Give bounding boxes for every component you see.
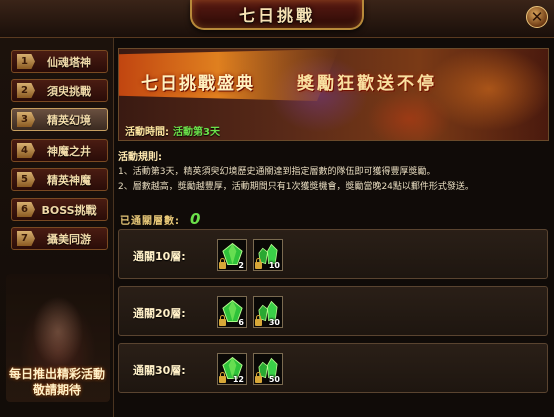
- sidebar-item-1[interactable]: 1 仙魂塔神: [11, 50, 108, 73]
- nav-number-badge: 5: [17, 172, 35, 187]
- lock-icon: [255, 258, 262, 269]
- reward-quantity: 12: [232, 375, 244, 384]
- event-time: 活動時間: 活動第3天: [125, 123, 220, 138]
- sidebar-item-4[interactable]: 4 神魔之井: [11, 139, 108, 162]
- reward-quantity: 30: [268, 318, 280, 327]
- event-time-value: 活動第3天: [173, 127, 220, 138]
- floors-passed: 已通關層數: 0: [120, 210, 200, 228]
- main-panel: 七日挑戰盛典 獎勵狂歡送不停 活動時間: 活動第3天 活動規則: 1、活動第3天，…: [114, 38, 554, 417]
- sidebar-item-label: 攝美同游: [47, 232, 91, 246]
- tier-label: 通關10層:: [133, 250, 186, 263]
- lock-icon: [255, 372, 262, 383]
- floors-passed-count: 0: [190, 210, 201, 228]
- close-button[interactable]: ✕: [526, 6, 548, 28]
- reward-slot[interactable]: 12: [217, 353, 247, 385]
- rules-line-1: 1、活動第3天，精英須臾幻境歷史通關達到指定層數的隊伍即可獲得豐厚獎勵。: [118, 167, 436, 177]
- reward-quantity: 50: [268, 375, 280, 384]
- sidebar-item-7[interactable]: 7 攝美同游: [11, 227, 108, 250]
- nav-number-badge: 6: [17, 202, 35, 217]
- sidebar-item-2[interactable]: 2 須臾挑戰: [11, 79, 108, 102]
- tier-label: 通關30層:: [133, 364, 186, 377]
- sidebar-item-6[interactable]: 6 BOSS挑戰: [11, 198, 108, 221]
- nav-number-badge: 3: [17, 112, 35, 127]
- nav-number-badge: 4: [17, 143, 35, 158]
- sidebar-item-label: 仙魂塔神: [47, 55, 91, 69]
- close-icon: ✕: [530, 7, 544, 26]
- nav-number-badge: 7: [17, 231, 35, 246]
- reward-slot[interactable]: 30: [253, 296, 283, 328]
- lock-icon: [219, 372, 226, 383]
- reward-tier-30: 通關30層: 12 50: [118, 343, 548, 393]
- reward-quantity: 6: [238, 318, 244, 327]
- rules-line-2: 2、層數越高，獎勵越豐厚，活動期間只有1次獲獎機會，獎勵當晚24點以郵件形式發送…: [118, 182, 474, 192]
- rules-section: 活動規則: 1、活動第3天，精英須臾幻境歷史通關達到指定層數的隊伍即可獲得豐厚獎…: [118, 150, 549, 195]
- reward-slot[interactable]: 2: [217, 239, 247, 271]
- sidebar-item-5[interactable]: 5 精英神魔: [11, 168, 108, 191]
- event-banner: 七日挑戰盛典 獎勵狂歡送不停 活動時間: 活動第3天: [118, 48, 549, 141]
- lock-icon: [219, 258, 226, 269]
- promo-line-1: 每日推出精彩活動: [8, 367, 105, 381]
- window-title: 七日挑戰: [238, 6, 315, 25]
- sidebar-item-label: BOSS挑戰: [41, 203, 97, 217]
- tier-label: 通關20層:: [133, 307, 186, 320]
- promo-line-2: 敬請期待: [32, 383, 81, 397]
- sidebar-item-label: 須臾挑戰: [47, 84, 91, 98]
- reward-slot[interactable]: 50: [253, 353, 283, 385]
- lock-icon: [219, 315, 226, 326]
- reward-slot[interactable]: 10: [253, 239, 283, 271]
- nav-number-badge: 2: [17, 83, 35, 98]
- reward-quantity: 10: [268, 261, 280, 270]
- event-time-label: 活動時間:: [125, 127, 169, 138]
- reward-tier-10: 通關10層: 2 10: [118, 229, 548, 279]
- reward-quantity: 2: [238, 261, 244, 270]
- reward-tier-20: 通關20層: 6 30: [118, 286, 548, 336]
- sidebar-item-label: 精英神魔: [47, 173, 91, 187]
- banner-slogan: 獎勵狂歡送不停: [297, 74, 437, 94]
- banner-title: 七日挑戰盛典: [141, 74, 255, 94]
- nav-number-badge: 1: [17, 54, 35, 69]
- floors-passed-label: 已通關層數:: [120, 216, 180, 227]
- title-plate: 七日挑戰: [190, 0, 364, 30]
- sidebar-item-label: 精英幻境: [47, 113, 91, 127]
- lock-icon: [255, 315, 262, 326]
- sidebar: 1 仙魂塔神 2 須臾挑戰 3 精英幻境 4 神魔之井 5 精英神魔 6 BOS…: [0, 38, 114, 417]
- promo-text: 每日推出精彩活動 敬請期待: [0, 366, 114, 398]
- reward-slot[interactable]: 6: [217, 296, 247, 328]
- title-bar: 七日挑戰 ✕: [0, 0, 554, 38]
- sidebar-item-label: 神魔之井: [47, 144, 91, 158]
- rules-title: 活動規則:: [118, 152, 162, 163]
- sidebar-item-3[interactable]: 3 精英幻境: [11, 108, 108, 131]
